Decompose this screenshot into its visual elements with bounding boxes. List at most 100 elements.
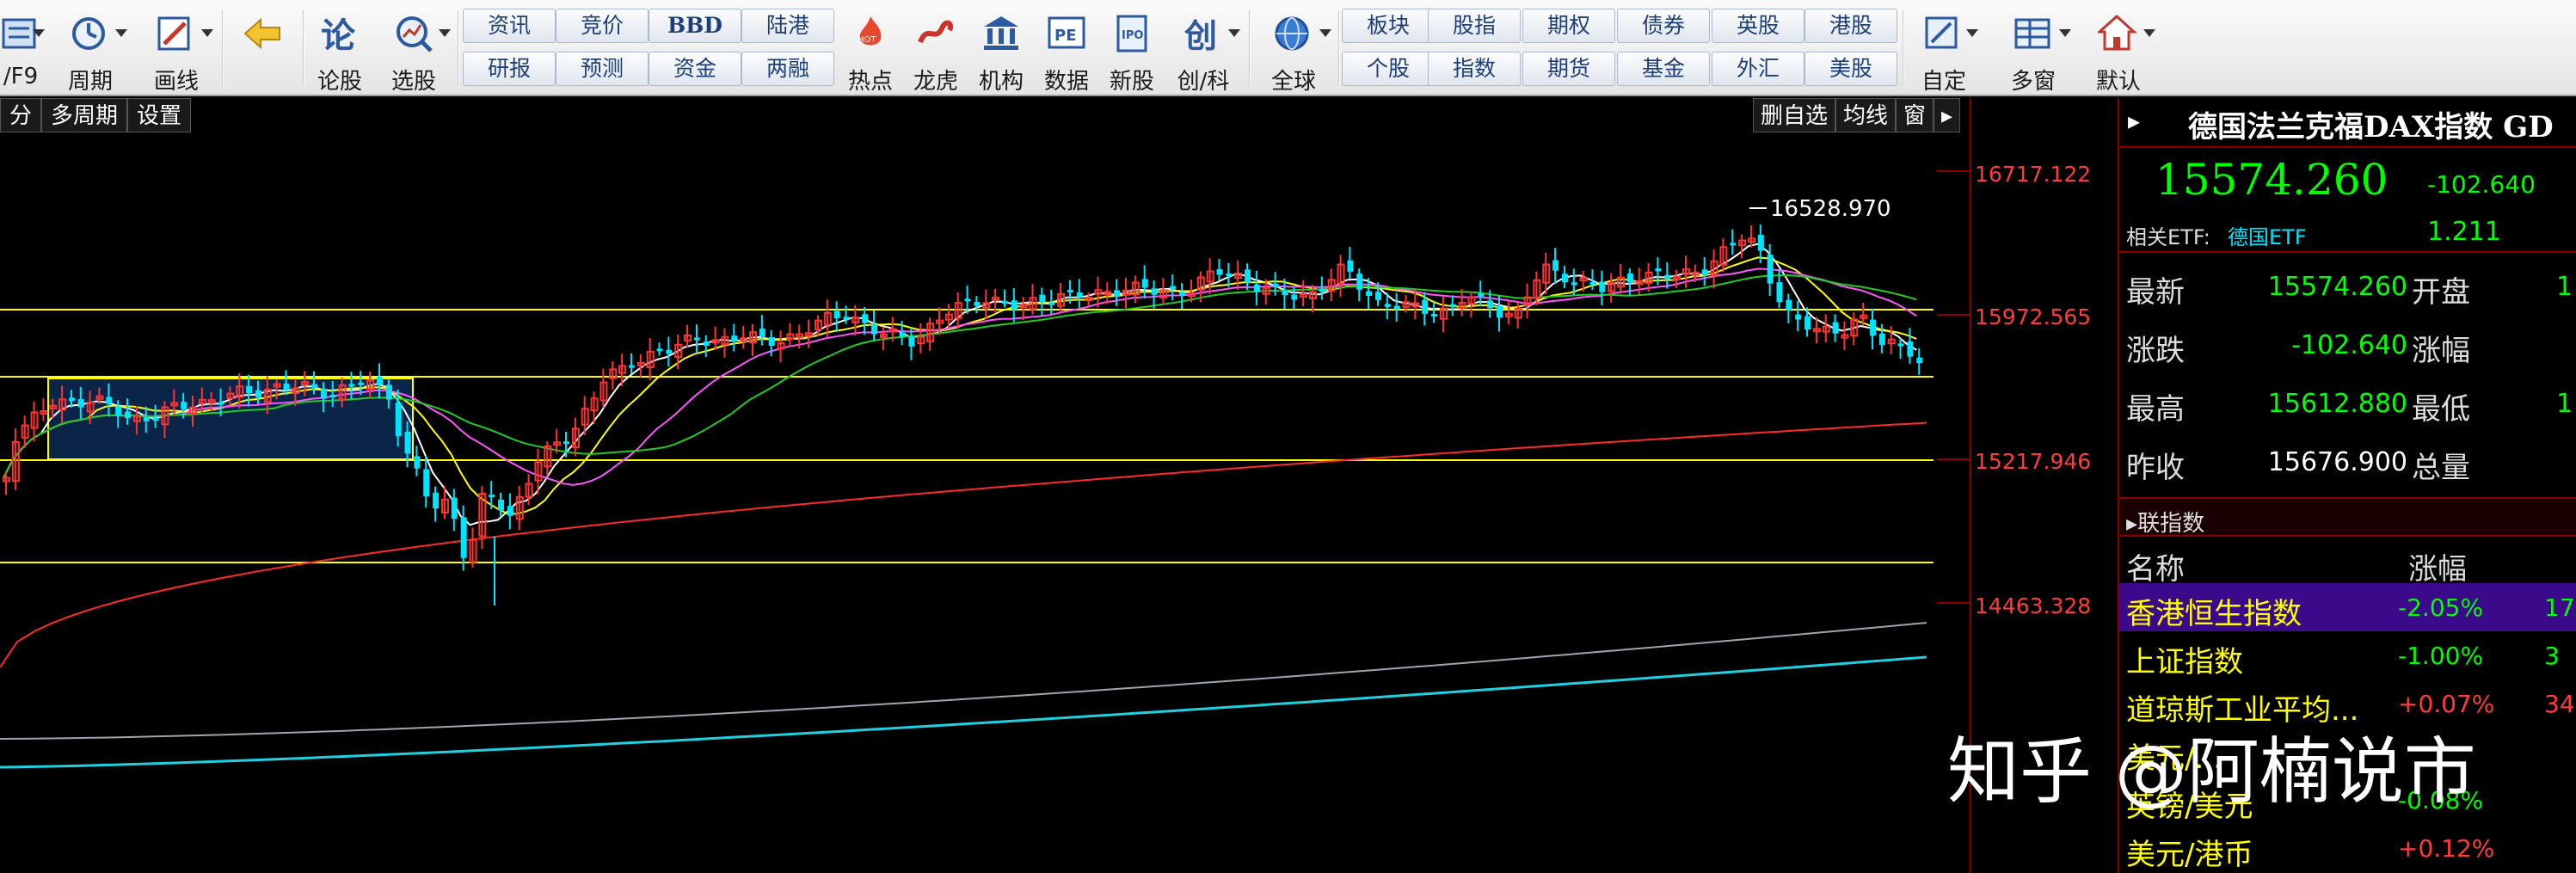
column-change: 涨幅 (2408, 552, 2467, 587)
forex-button[interactable]: 外汇 (1712, 52, 1804, 86)
moving-average-button[interactable]: 均线 (1835, 98, 1897, 132)
stock-picker-button[interactable]: 选股 (375, 7, 452, 95)
index-button[interactable]: 指数 (1428, 52, 1521, 86)
window-button[interactable]: 窗 (1896, 98, 1934, 132)
period-button[interactable]: 周期 (52, 7, 129, 95)
dragon-tiger-button[interactable]: 龙虎 (903, 7, 968, 95)
single-stock-button[interactable]: 个股 (1342, 52, 1435, 86)
forecast-button[interactable]: 预测 (556, 52, 649, 86)
chevron-down-icon (1966, 29, 1978, 37)
options-button[interactable]: 期权 (1522, 9, 1615, 43)
toolbar-menu-button[interactable]: /F9 (0, 7, 46, 93)
fire-icon: HOT (858, 16, 882, 46)
candle-body (106, 397, 113, 404)
candle-body (1272, 283, 1279, 288)
chevron-down-icon (1319, 29, 1331, 37)
kline-chart-pane[interactable]: 16528.970 分 多周期 设置 删自选 均线 窗 ▸ (0, 98, 1970, 873)
hk-stocks-button[interactable]: 港股 (1804, 9, 1897, 43)
bbd-button[interactable]: BBD (649, 9, 741, 43)
stat-row: 昨收 15676.900 总量 (2119, 432, 2576, 490)
custom-button[interactable]: 自定 (1908, 7, 1980, 95)
related-index-name: 美元/港币 (2126, 838, 2253, 872)
ipo-icon: IPO (1116, 15, 1147, 52)
panel-expand-icon[interactable]: ▸ (1934, 98, 1961, 132)
global-button[interactable]: 全球 (1254, 7, 1333, 95)
stat-value: 15574.260 (2267, 272, 2407, 302)
clock-icon (72, 17, 105, 50)
stat-value: 1 (2556, 389, 2573, 419)
data-button[interactable]: PE 数据 (1034, 7, 1099, 95)
main-toolbar: /F9 周期 画线 论 论股 选股 资讯 研报 竞价 预测 BBD 资金 陆港 … (0, 0, 2576, 96)
funds-list-button[interactable]: 基金 (1617, 52, 1710, 86)
candle-body (628, 365, 635, 368)
price-axis-label: 15972.565 (1975, 304, 2092, 329)
candle-body (1878, 333, 1885, 346)
price-axis-label: 16717.122 (1975, 162, 2092, 187)
etf-link[interactable]: 德国ETF (2228, 220, 2307, 250)
sector-button[interactable]: 板块 (1342, 9, 1435, 43)
kline-chart[interactable]: 16528.970 (0, 98, 1970, 873)
funds-button[interactable]: 资金 (649, 52, 741, 86)
related-index-extra: 175 (2544, 593, 2576, 622)
multiwindow-icon (2014, 18, 2050, 49)
related-index-row[interactable]: 香港恒生指数 -2.05% 175 (2119, 583, 2576, 631)
uk-stocks-button[interactable]: 英股 (1712, 9, 1804, 43)
candle-body (1001, 301, 1008, 304)
remove-watchlist-button[interactable]: 删自选 (1753, 98, 1836, 132)
institution-button[interactable]: 机构 (968, 7, 1034, 95)
candle-body (414, 456, 421, 469)
stat-value: -102.640 (2291, 330, 2407, 360)
related-index-row[interactable]: 美元/港币 +0.12% (2119, 824, 2576, 872)
candle-body (1393, 305, 1400, 310)
related-index-name: 香港恒生指数 (2126, 597, 2302, 631)
candle-body (404, 431, 411, 454)
candle-body (1664, 274, 1671, 280)
candle-body (833, 310, 840, 319)
hotspot-button[interactable]: HOT 热点 (838, 7, 903, 95)
connect-button[interactable]: 陆港 (741, 9, 834, 43)
candle-body (908, 336, 915, 347)
ma-long-cyan-line (0, 655, 1927, 769)
toolbar-label: 自定 (1921, 69, 1966, 95)
stock-index-button[interactable]: 股指 (1428, 9, 1521, 43)
candle-body (1291, 294, 1298, 300)
candle-body (1870, 319, 1876, 336)
bonds-button[interactable]: 债券 (1617, 9, 1710, 43)
related-index-header[interactable]: ▸联指数 (2119, 497, 2576, 537)
candle-body (1561, 274, 1568, 283)
candle-body (1786, 299, 1792, 310)
margin-button[interactable]: 两融 (741, 52, 834, 86)
news-button[interactable]: 资讯 (463, 9, 556, 43)
candle-body (1151, 288, 1158, 295)
us-stocks-button[interactable]: 美股 (1804, 52, 1897, 86)
futures-button[interactable]: 期货 (1522, 52, 1615, 86)
svg-text:PE: PE (1054, 27, 1077, 45)
tab-multi-period[interactable]: 多周期 (41, 98, 128, 132)
candle-body (1487, 300, 1494, 309)
home-icon (2098, 14, 2137, 51)
svg-text:HOT: HOT (858, 35, 876, 45)
default-button[interactable]: 默认 (2080, 7, 2157, 95)
chuangke-button[interactable]: 创 创/科 (1165, 7, 1242, 95)
ipo-button[interactable]: IPO 新股 (1099, 7, 1165, 95)
candle-body (1253, 284, 1260, 292)
back-button[interactable] (229, 7, 296, 93)
panel-toggle-icon[interactable]: ▸ (2128, 107, 2140, 135)
multi-window-button[interactable]: 多窗 (1994, 7, 2073, 95)
related-title-text: 联指数 (2137, 511, 2205, 537)
related-index-row[interactable]: 上证指数 -1.00% 3 (2119, 631, 2576, 679)
tab-minute[interactable]: 分 (0, 98, 42, 132)
toolbar-label: 默认 (2095, 69, 2141, 95)
related-column-header: 名称 涨幅 (2119, 538, 2576, 587)
auction-button[interactable]: 竞价 (556, 9, 649, 43)
tab-settings[interactable]: 设置 (127, 98, 192, 132)
toolbar-label: 机构 (978, 69, 1024, 95)
toolbar-label: 全球 (1270, 69, 1316, 95)
candle-body (1114, 290, 1121, 297)
research-button[interactable]: 研报 (463, 52, 556, 86)
related-index-change: +0.12% (2398, 834, 2495, 863)
talk-stock-button[interactable]: 论 论股 (308, 7, 372, 95)
toolbar-separator (1249, 10, 1251, 86)
draw-line-button[interactable]: 画线 (138, 7, 215, 95)
stat-label: 开盘 (2412, 275, 2470, 310)
